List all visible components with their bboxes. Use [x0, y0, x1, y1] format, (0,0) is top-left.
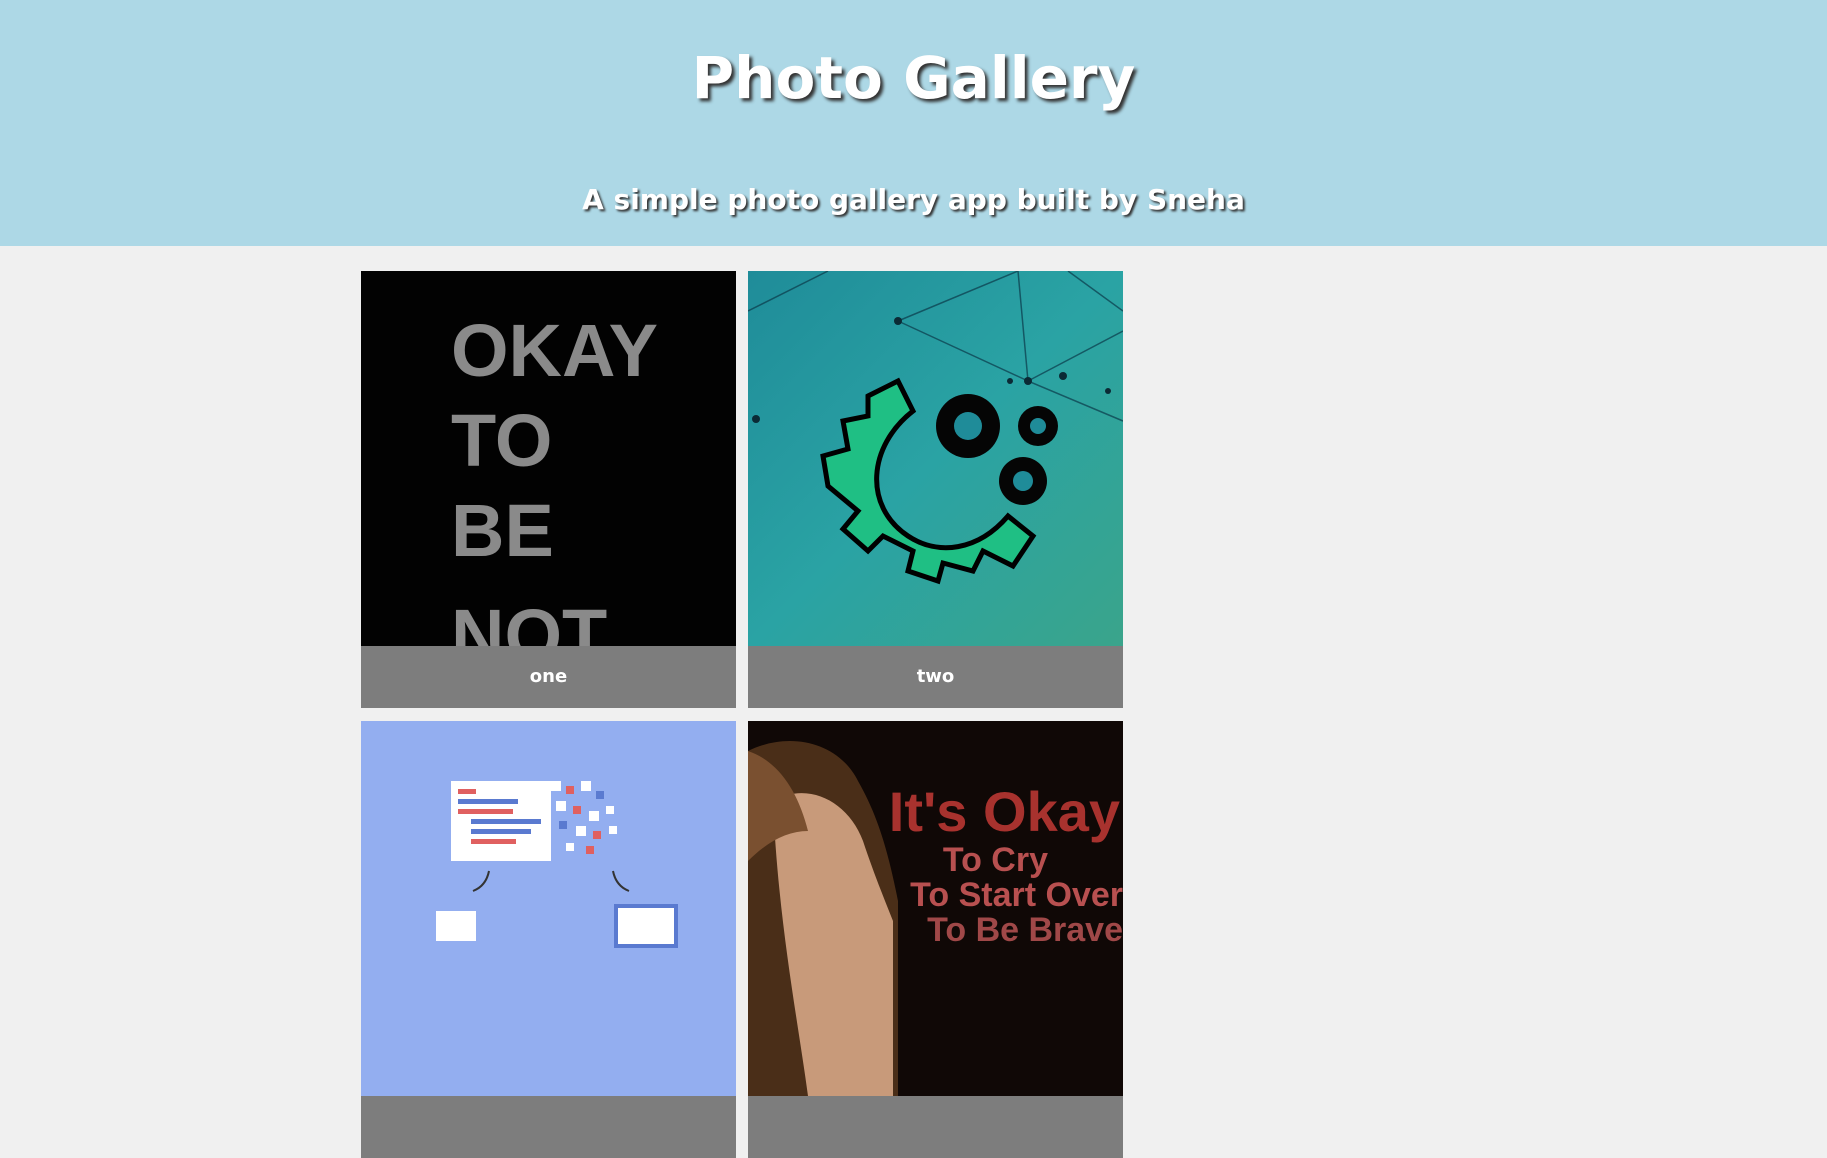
gallery-photo[interactable] [361, 721, 736, 1096]
gallery-caption [361, 1096, 736, 1158]
photo-text-line: OKAY [451, 309, 658, 392]
photo-text-line: To Be Brave [927, 911, 1123, 949]
page-header: Photo Gallery A simple photo gallery app… [0, 0, 1827, 246]
gallery-card-two[interactable]: two [748, 271, 1123, 708]
gallery-card-three[interactable] [361, 721, 736, 1158]
photo-text-line: TO [451, 399, 552, 482]
photo-text-line: BE [451, 489, 554, 572]
photo-text-line: It's Okay [889, 780, 1120, 843]
svg-text:IT'S: IT'S [451, 271, 591, 283]
gallery-card-four[interactable]: It's Okay To Cry To Start Over To Be Bra… [748, 721, 1123, 1158]
photo-text-line: NOT [451, 594, 607, 646]
gallery-caption: one [529, 666, 568, 687]
gallery-caption [748, 1096, 1123, 1158]
photo-text-line: To Cry [943, 841, 1048, 879]
page-title: Photo Gallery [691, 44, 1136, 112]
gallery-photo[interactable]: It's Okay To Cry To Start Over To Be Bra… [748, 721, 1123, 1096]
gallery-photo[interactable]: IT'S OKAY TO BE NOT [361, 271, 736, 646]
gallery-photo[interactable] [748, 271, 1123, 646]
gallery-card-one[interactable]: IT'S OKAY TO BE NOT one [361, 271, 736, 708]
page-subtitle: A simple photo gallery app built by Sneh… [582, 183, 1245, 216]
photo-text-line: To Start Over [910, 876, 1123, 914]
gallery-caption: two [916, 666, 955, 687]
